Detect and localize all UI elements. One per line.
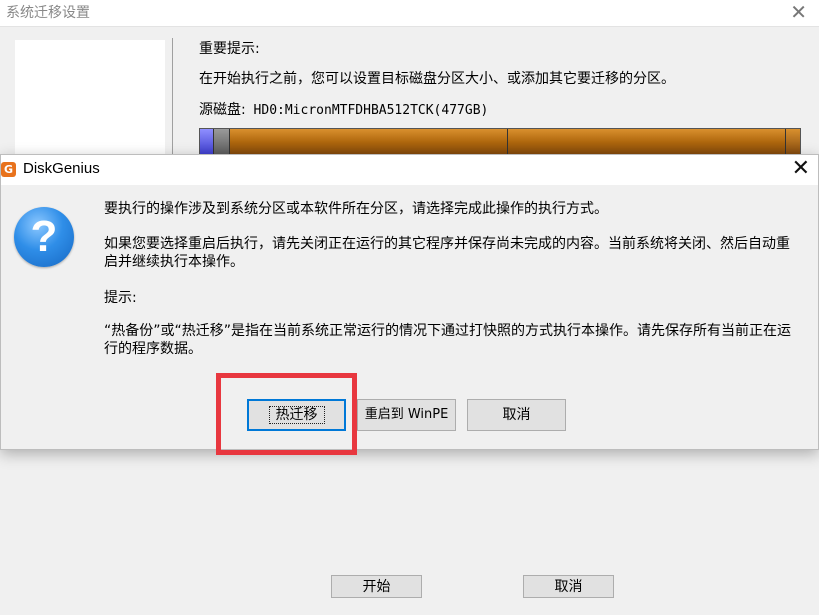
hint-text: “热备份”或“热迁移”是指在当前系统正常运行的情况下通过打快照的方式执行本操作。… xyxy=(104,323,792,357)
reboot-winpe-button[interactable]: 重启到 WinPE xyxy=(357,399,456,431)
close-icon[interactable]: ✕ xyxy=(790,1,807,23)
diskgenius-dialog: G DiskGenius ✕ ? 要执行的操作涉及到系统分区或本软件所在分区，请… xyxy=(0,154,819,450)
dialog-title: DiskGenius xyxy=(23,160,100,177)
source-disk-row: 源磁盘: HD0:MicronMTFDHBA512TCK(477GB) xyxy=(199,99,488,119)
message-line-2: 如果您要选择重启后执行，请先关闭正在运行的其它程序并保存尚未完成的内容。当前系统… xyxy=(104,236,790,270)
instruction-text: 在开始执行之前，您可以设置目标磁盘分区大小、或添加其它要迁移的分区。 xyxy=(199,71,675,87)
hint-label: 提示: xyxy=(104,290,137,306)
window-titlebar: 系统迁移设置 ✕ xyxy=(0,0,819,27)
annotation-highlight-box xyxy=(216,373,357,455)
diskgenius-logo-icon: G xyxy=(1,162,16,177)
divider xyxy=(172,38,173,158)
important-heading: 重要提示: xyxy=(199,41,260,57)
cancel-button[interactable]: 取消 xyxy=(523,575,614,598)
partition-segment[interactable] xyxy=(786,129,800,157)
dialog-cancel-button[interactable]: 取消 xyxy=(467,399,566,431)
dialog-titlebar: G DiskGenius ✕ xyxy=(1,155,818,185)
partition-segment[interactable] xyxy=(214,129,230,157)
partition-segment[interactable] xyxy=(508,129,786,157)
window-title: 系统迁移设置 xyxy=(6,5,90,21)
partition-segment[interactable] xyxy=(200,129,214,157)
source-disk-value: HD0:MicronMTFDHBA512TCK(477GB) xyxy=(253,103,489,118)
partition-segment[interactable] xyxy=(230,129,508,157)
question-icon: ? xyxy=(14,207,74,267)
start-button[interactable]: 开始 xyxy=(331,575,422,598)
source-disk-label: 源磁盘: xyxy=(199,102,246,118)
close-icon[interactable]: ✕ xyxy=(792,157,810,181)
side-panel xyxy=(15,40,165,158)
message-line-1: 要执行的操作涉及到系统分区或本软件所在分区，请选择完成此操作的执行方式。 xyxy=(104,201,608,217)
